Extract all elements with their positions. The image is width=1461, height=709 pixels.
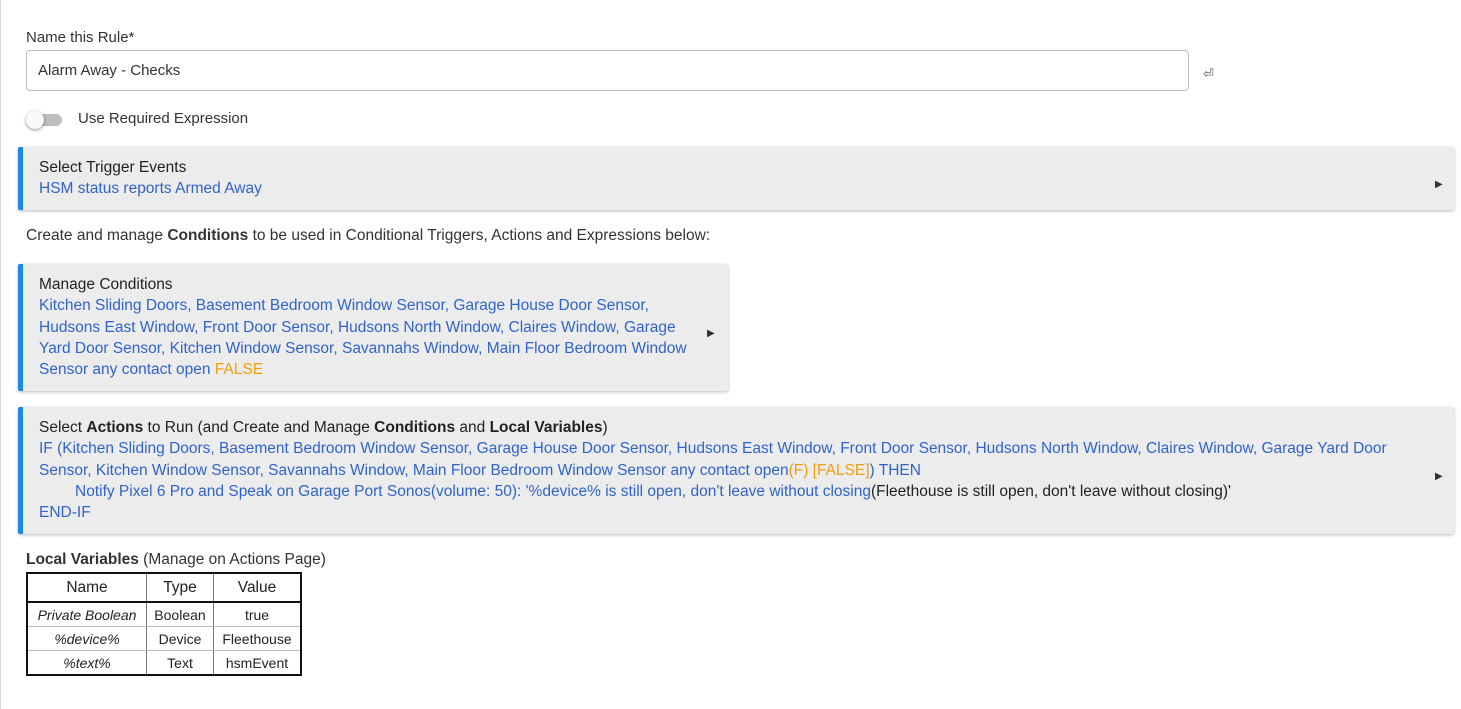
- trigger-events-summary: HSM status reports Armed Away: [39, 180, 262, 198]
- conditions-state: FALSE: [214, 361, 264, 379]
- expand-arrow-icon: ▶: [707, 328, 715, 339]
- column-header: Name: [27, 573, 147, 603]
- toggle-knob: [26, 111, 44, 129]
- table-row: %device% Device Fleethouse: [27, 626, 301, 651]
- column-header: Value: [213, 573, 301, 603]
- manage-conditions-card[interactable]: Manage Conditions Kitchen Sliding Doors,…: [18, 264, 728, 391]
- variable-value: Fleethouse: [213, 626, 301, 651]
- required-expression-toggle[interactable]: [26, 111, 62, 129]
- trigger-events-title: Select Trigger Events: [39, 159, 187, 176]
- trigger-events-card[interactable]: Select Trigger Events HSM status reports…: [18, 147, 1454, 210]
- required-expression-label: Use Required Expression: [78, 110, 249, 127]
- column-header: Type: [146, 573, 214, 603]
- variable-name: Private Boolean: [27, 602, 147, 627]
- table-header-row: Name Type Value: [27, 573, 301, 603]
- action-end-if-line: END-IF: [39, 504, 91, 522]
- expand-arrow-icon: ▶: [1435, 471, 1443, 482]
- expand-arrow-icon: ▶: [1435, 179, 1443, 190]
- variable-value: true: [213, 602, 301, 627]
- variable-value: hsmEvent: [213, 650, 301, 676]
- local-variables-title: Local Variables (Manage on Actions Page): [26, 551, 326, 568]
- table-row: Private Boolean Boolean true: [27, 602, 301, 627]
- select-actions-title: Select Actions to Run (and Create and Ma…: [39, 419, 608, 436]
- rule-name-input[interactable]: [26, 50, 1189, 91]
- conditions-info: Create and manage Conditions to be used …: [26, 227, 711, 244]
- select-actions-card[interactable]: Select Actions to Run (and Create and Ma…: [18, 407, 1454, 534]
- variable-name: %device%: [27, 626, 147, 651]
- action-if-line: IF (Kitchen Sliding Doors, Basement Bedr…: [39, 440, 1387, 479]
- manage-conditions-summary: Kitchen Sliding Doors, Basement Bedroom …: [39, 297, 687, 379]
- variable-type: Boolean: [146, 602, 214, 627]
- table-row: %text% Text hsmEvent: [27, 650, 301, 676]
- variable-name: %text%: [27, 650, 147, 676]
- local-variables-table: Name Type Value Private Boolean Boolean …: [26, 572, 302, 676]
- variable-type: Device: [146, 626, 214, 651]
- manage-conditions-title: Manage Conditions: [39, 276, 173, 293]
- enter-icon[interactable]: ⏎: [1203, 66, 1214, 82]
- variable-type: Text: [146, 650, 214, 676]
- action-notify-line: Notify Pixel 6 Pro and Speak on Garage P…: [75, 482, 1232, 500]
- rule-name-label: Name this Rule*: [26, 29, 135, 46]
